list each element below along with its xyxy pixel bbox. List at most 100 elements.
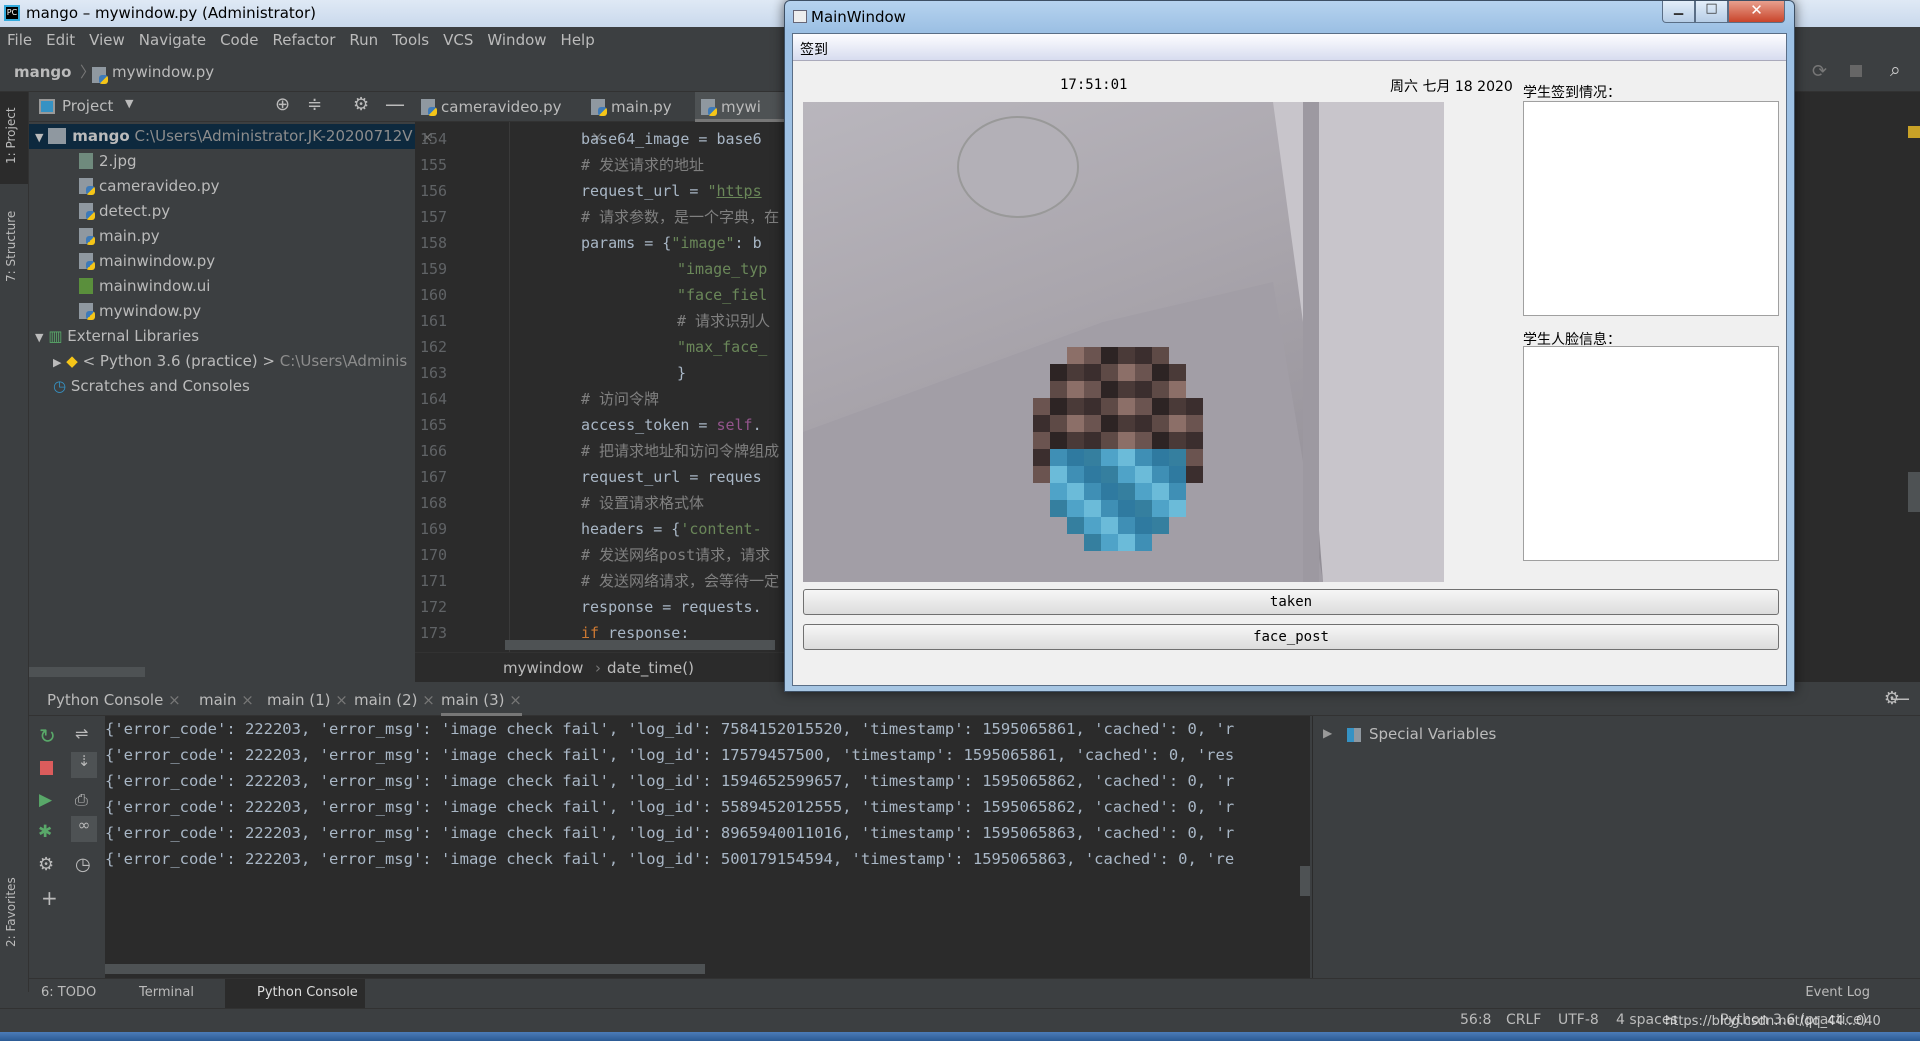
tool-terminal[interactable]: Terminal	[139, 985, 194, 1000]
tab-project[interactable]: 1: Project	[4, 107, 18, 164]
file-item[interactable]: mainwindow.ui	[79, 274, 210, 299]
menu-file[interactable]: File	[0, 27, 39, 53]
minimize-icon[interactable]: —	[385, 92, 405, 116]
menu-code[interactable]: Code	[213, 27, 265, 53]
minimize-button[interactable]: ▁	[1662, 1, 1695, 23]
collapse-icon[interactable]: ≑	[307, 94, 322, 115]
history-icon[interactable]: ◷	[75, 854, 91, 875]
console-tab[interactable]: main (2) ×	[354, 684, 435, 716]
menu-tools[interactable]: Tools	[385, 27, 436, 53]
menu-refactor[interactable]: Refactor	[265, 27, 342, 53]
close-button[interactable]: ✕	[1728, 1, 1785, 23]
close-icon[interactable]: ×	[509, 691, 522, 709]
console-tab[interactable]: Python Console ×	[47, 684, 181, 716]
menu-navigate[interactable]: Navigate	[132, 27, 213, 53]
editor-tab[interactable]: mywi	[695, 92, 785, 122]
console-tab[interactable]: main ×	[199, 684, 254, 716]
stop-icon[interactable]	[1850, 65, 1862, 77]
show-variables-icon[interactable]: ∞	[71, 816, 97, 842]
menu-run[interactable]: Run	[342, 27, 385, 53]
code-line: 159 "image_typ	[415, 256, 785, 282]
file-item[interactable]: mainwindow.py	[79, 249, 215, 274]
menu-vcs[interactable]: VCS	[436, 27, 480, 53]
run-icon[interactable]: ▶	[39, 790, 52, 810]
expand-icon[interactable]: ▶	[53, 356, 61, 369]
special-variables[interactable]: Special Variables	[1369, 725, 1496, 743]
tab-favorites[interactable]: 2: Favorites	[4, 877, 18, 947]
file-item[interactable]: main.py	[79, 224, 160, 249]
scratches[interactable]: ◷ Scratches and Consoles	[53, 374, 250, 399]
sign-status-box[interactable]	[1523, 101, 1779, 316]
close-icon[interactable]: ×	[241, 691, 254, 709]
console-tab[interactable]: main (3) ×	[441, 684, 522, 716]
nav-file[interactable]: mywindow.py	[112, 63, 214, 81]
editor-scrollbar[interactable]	[1908, 472, 1920, 512]
taken-button[interactable]: taken	[803, 589, 1779, 615]
editor-tab[interactable]: cameravideo.py ×	[415, 92, 575, 146]
label: < Python 3.6 (practice) >	[82, 352, 275, 370]
editor-horizontal-scrollbar[interactable]	[505, 640, 775, 650]
console-vertical-scrollbar[interactable]	[1300, 866, 1310, 896]
main-window-title: MainWindow	[811, 8, 906, 26]
file-item[interactable]: detect.py	[79, 199, 170, 224]
face-post-button[interactable]: face_post	[803, 624, 1779, 650]
code-text: # 访问令牌	[581, 386, 659, 412]
line-separator[interactable]: CRLF	[1506, 1012, 1541, 1028]
breadcrumb-method[interactable]: date_time()	[607, 653, 694, 683]
console-tab[interactable]: main (1) ×	[267, 684, 348, 716]
face-info-box[interactable]	[1523, 346, 1779, 561]
rerun-icon[interactable]: ↻	[39, 724, 56, 748]
menu-view[interactable]: View	[82, 27, 132, 53]
tool-python-console[interactable]: Python Console	[257, 985, 358, 1000]
scroll-to-end-icon[interactable]: ⇣	[71, 752, 97, 778]
file-item[interactable]: cameravideo.py	[79, 174, 220, 199]
horizontal-scrollbar[interactable]	[29, 667, 145, 677]
add-icon[interactable]: +	[41, 886, 58, 910]
event-log[interactable]: Event Log	[1805, 985, 1870, 1000]
file-item[interactable]: mywindow.py	[79, 299, 201, 324]
maximize-button[interactable]: □	[1695, 1, 1728, 23]
file-item[interactable]: 2.jpg	[79, 149, 137, 174]
menu-help[interactable]: Help	[554, 27, 602, 53]
pixel-block	[1084, 347, 1101, 364]
project-view-icon	[39, 99, 55, 114]
tool-todo[interactable]: 6: TODO	[41, 985, 96, 1000]
expand-icon[interactable]: ▼	[35, 331, 43, 344]
nav-project[interactable]: mango	[14, 63, 71, 81]
search-icon[interactable]: ⌕	[1890, 59, 1901, 81]
menu-window[interactable]: Window	[480, 27, 553, 53]
settings-icon[interactable]: ⚙	[38, 854, 54, 875]
gear-icon[interactable]: ⚙	[353, 94, 369, 115]
close-icon[interactable]: ×	[168, 691, 181, 709]
close-icon[interactable]: ×	[335, 691, 348, 709]
debug-icon[interactable]: ⟳	[1812, 61, 1827, 82]
close-icon[interactable]: ×	[422, 691, 435, 709]
tree-root[interactable]: ▼ mango C:\Users\Administrator.JK-202007…	[29, 124, 415, 149]
minimize-icon[interactable]: —	[1890, 686, 1920, 710]
breadcrumb-class[interactable]: mywindow	[503, 653, 583, 683]
caret-position[interactable]: 56:8	[1460, 1012, 1491, 1028]
debug-icon[interactable]: ✱	[38, 822, 52, 842]
expand-icon[interactable]: ▶	[1323, 726, 1332, 740]
external-libraries[interactable]: ▼ ▥ External Libraries	[35, 324, 199, 349]
soft-wrap-icon[interactable]: ⇌	[75, 724, 88, 743]
stop-icon[interactable]	[40, 761, 53, 775]
console-horizontal-scrollbar[interactable]	[105, 964, 705, 974]
python-sdk[interactable]: ▶ ◆ < Python 3.6 (practice) > C:\Users\A…	[53, 349, 407, 374]
locate-icon[interactable]: ⊕	[275, 94, 290, 115]
print-icon[interactable]: ⎙	[75, 790, 88, 810]
editor-tab[interactable]: main.py ×	[585, 92, 685, 146]
encoding[interactable]: UTF-8	[1558, 1012, 1599, 1028]
menu-sign-in[interactable]: 签到	[793, 34, 1786, 61]
code-editor[interactable]: cameravideo.py × main.py × mywi 154 base64_…	[415, 92, 785, 682]
line-number: 173	[420, 624, 448, 642]
image-file-icon	[79, 153, 93, 169]
tab-structure[interactable]: 7: Structure	[4, 211, 18, 282]
chevron-down-icon[interactable]: ▼	[125, 97, 133, 110]
project-view-selector[interactable]: Project	[62, 97, 113, 115]
pixel-block	[1118, 483, 1135, 500]
tab-label: main	[199, 691, 237, 709]
expand-icon[interactable]: ▼	[35, 131, 43, 144]
menu-edit[interactable]: Edit	[39, 27, 82, 53]
python-console[interactable]: ↻ ▶ ✱ ⚙ + ⇌ ⇣ ⎙ ∞ ◷ {'error_code': 22220…	[29, 716, 1310, 978]
